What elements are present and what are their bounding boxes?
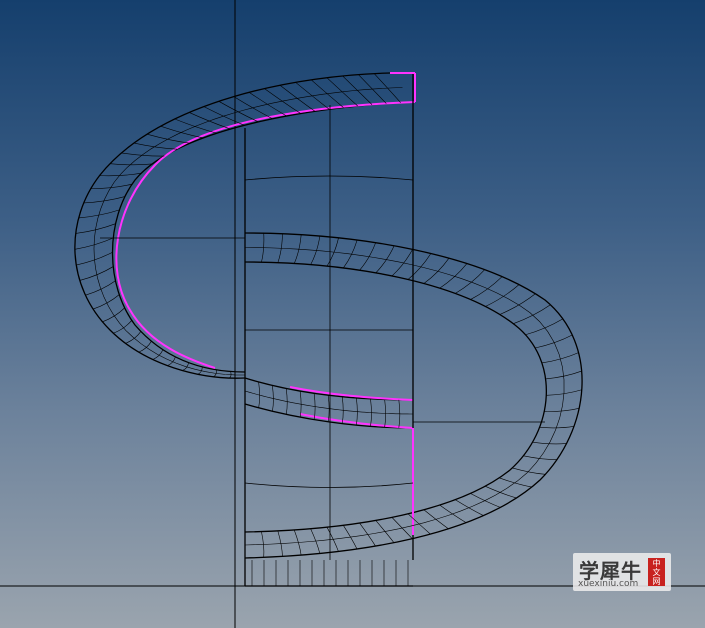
mid-band-selected-curve[interactable] [289, 386, 414, 429]
upper-loop-selected-curve[interactable] [115, 101, 416, 369]
watermark-badge-char: 中 [652, 559, 661, 568]
isocurve-1 [244, 175, 414, 181]
watermark-logo: 学犀牛 xuexiniu.com 中 文 网 [573, 553, 671, 591]
mid-band-top-edge[interactable] [244, 377, 414, 401]
band-mid-isocurve [244, 247, 565, 546]
watermark-site-text: xuexiniu.com [578, 579, 639, 589]
isocurve-5 [244, 482, 414, 488]
watermark-badge-char: 网 [652, 577, 661, 586]
model-geometry[interactable] [0, 0, 705, 628]
watermark-badge-char: 文 [652, 568, 661, 577]
upper-loop-outer-edge[interactable] [74, 72, 391, 379]
3d-viewport[interactable]: 学犀牛 xuexiniu.com 中 文 网 [0, 0, 705, 628]
watermark-badge: 中 文 网 [648, 558, 665, 586]
